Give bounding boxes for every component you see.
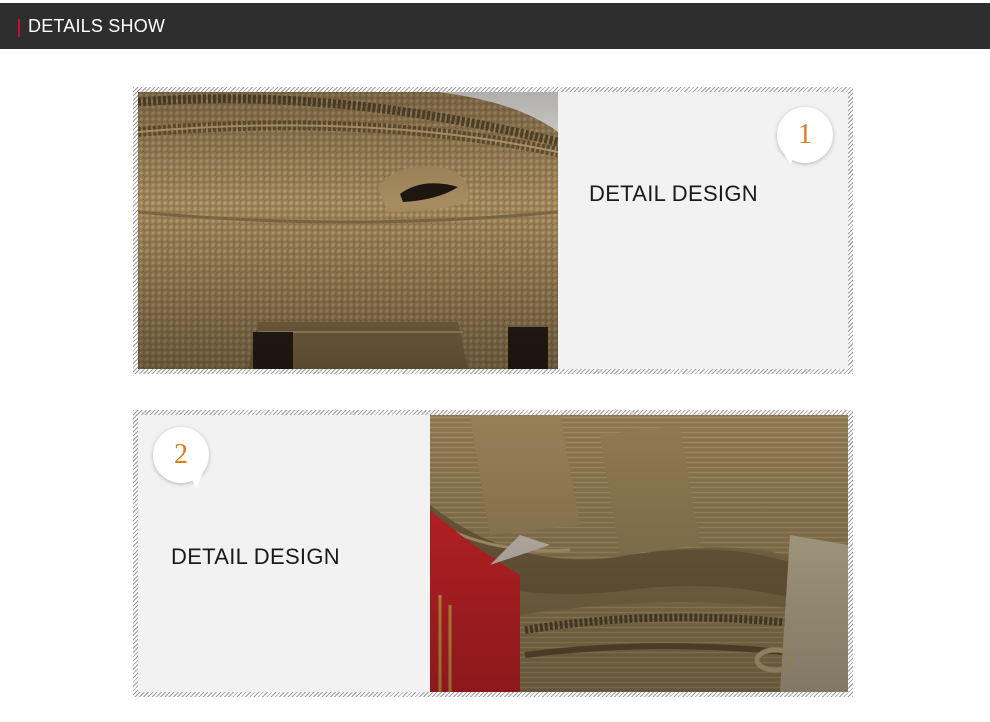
section-header: DETAILS SHOW	[0, 3, 990, 49]
detail-card-1: DETAIL DESIGN 1	[133, 87, 853, 374]
detail-label-1: DETAIL DESIGN	[589, 181, 758, 206]
detail-photo-1	[138, 92, 558, 369]
header-accent-bar	[18, 19, 20, 37]
detail-number-badge-1: 1	[777, 107, 833, 166]
bag-zipper-photo	[138, 92, 558, 369]
detail-number-badge-2: 2	[153, 427, 210, 490]
detail-label-2: DETAIL DESIGN	[171, 544, 340, 569]
detail-number-1: 1	[798, 119, 812, 150]
section-title: DETAILS SHOW	[28, 16, 166, 36]
detail-photo-2	[430, 415, 848, 692]
detail-card-2: DETAIL DESIGN 2	[133, 410, 853, 697]
detail-number-2: 2	[174, 439, 188, 470]
bag-webbing-photo	[430, 415, 848, 692]
